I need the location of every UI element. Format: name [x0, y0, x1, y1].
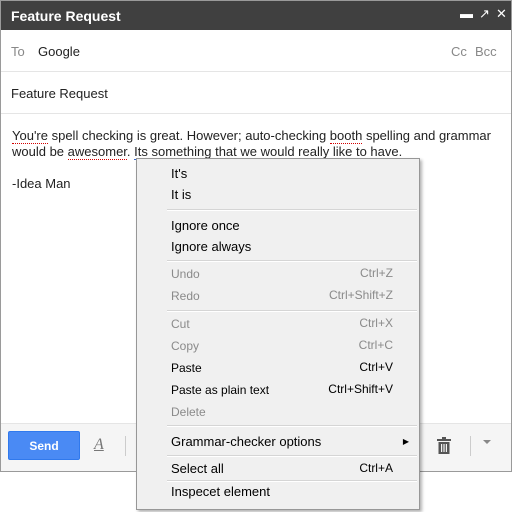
menu-item-redo[interactable]: Redo Ctrl+Shift+Z — [137, 285, 419, 305]
menu-item-label: Paste — [171, 361, 202, 375]
toolbar-divider — [470, 436, 471, 456]
menu-item-shortcut: Ctrl+V — [359, 360, 393, 374]
misspelled-word[interactable]: booth — [329, 128, 363, 144]
popout-icon[interactable]: ↗ — [477, 5, 492, 23]
menu-item-inspect-element[interactable]: Inspecet element — [137, 481, 419, 501]
menu-item-label: Ignore once — [171, 218, 240, 233]
compose-title: Feature Request — [11, 8, 121, 24]
menu-item-paste-plain-text[interactable]: Paste as plain text Ctrl+Shift+V — [137, 379, 419, 399]
trash-icon[interactable] — [437, 437, 451, 457]
menu-item-label: Cut — [171, 317, 190, 331]
menu-item-shortcut: Ctrl+Z — [360, 266, 393, 280]
menu-item-copy[interactable]: Copy Ctrl+C — [137, 335, 419, 355]
format-text-icon[interactable]: A — [94, 436, 104, 454]
menu-item-label: Undo — [171, 267, 200, 281]
misspelled-word[interactable]: awesomer — [67, 144, 127, 160]
context-menu: It's It is Ignore once Ignore always Und… — [136, 158, 420, 510]
compose-titlebar[interactable]: Feature Request ▬ ↗ ✕ — [1, 1, 511, 30]
minimize-icon[interactable]: ▬ — [459, 5, 474, 23]
menu-item-label: Ignore always — [171, 239, 252, 254]
close-icon[interactable]: ✕ — [494, 5, 509, 23]
menu-item-label: Select all — [171, 461, 224, 476]
menu-item-ignore-always[interactable]: Ignore always — [137, 236, 419, 256]
menu-separator — [167, 209, 417, 211]
menu-separator — [167, 310, 417, 312]
menu-item-label: Grammar-checker options — [171, 434, 322, 449]
menu-item-label: Redo — [171, 289, 200, 303]
message-body[interactable]: You're spell checking is great. However;… — [12, 128, 502, 160]
menu-item-shortcut: Ctrl+Shift+V — [328, 382, 393, 396]
menu-item-delete[interactable]: Delete — [137, 401, 419, 421]
body-text-segment: spell checking is great. However; auto-c… — [47, 128, 330, 143]
menu-item-suggestion-its[interactable]: It's — [137, 163, 419, 183]
menu-separator — [167, 425, 417, 427]
menu-item-label: Paste as plain text — [171, 383, 270, 397]
misspelled-word[interactable]: You're — [12, 128, 48, 144]
menu-item-label: Delete — [171, 405, 206, 419]
subject-field[interactable]: Feature Request — [11, 86, 108, 101]
more-options-icon[interactable] — [483, 440, 491, 444]
menu-item-label: It is — [171, 187, 192, 202]
menu-item-label: Inspecet element — [171, 484, 271, 499]
to-label: To — [11, 44, 25, 59]
body-text-segment: something that we would really like to h… — [147, 144, 403, 159]
menu-item-paste[interactable]: Paste Ctrl+V — [137, 357, 419, 377]
menu-item-grammar-options[interactable]: Grammar-checker options ▶ — [137, 431, 419, 451]
to-row[interactable]: To Google Cc Bcc — [1, 30, 511, 72]
menu-item-undo[interactable]: Undo Ctrl+Z — [137, 263, 419, 283]
toolbar-divider — [125, 436, 126, 456]
menu-separator — [167, 260, 417, 262]
subject-row[interactable]: Feature Request — [1, 72, 511, 114]
menu-item-suggestion-it-is[interactable]: It is — [137, 184, 419, 204]
menu-separator — [167, 455, 417, 457]
bcc-link[interactable]: Bcc — [475, 44, 497, 59]
menu-item-ignore-once[interactable]: Ignore once — [137, 215, 419, 235]
to-recipient[interactable]: Google — [38, 44, 80, 59]
menu-item-shortcut: Ctrl+Shift+Z — [328, 288, 393, 302]
cc-link[interactable]: Cc — [451, 44, 467, 59]
menu-item-shortcut: Ctrl+C — [358, 338, 393, 352]
signature: -Idea Man — [12, 176, 71, 191]
menu-item-shortcut: Ctrl+A — [359, 461, 393, 475]
menu-item-label: Copy — [171, 339, 200, 353]
menu-item-cut[interactable]: Cut Ctrl+X — [137, 313, 419, 333]
send-button[interactable]: Send — [8, 431, 80, 460]
menu-item-label: It's — [171, 166, 188, 181]
submenu-arrow-icon: ▶ — [402, 437, 409, 446]
menu-item-select-all[interactable]: Select all Ctrl+A — [137, 458, 419, 478]
menu-item-shortcut: Ctrl+X — [359, 316, 393, 330]
